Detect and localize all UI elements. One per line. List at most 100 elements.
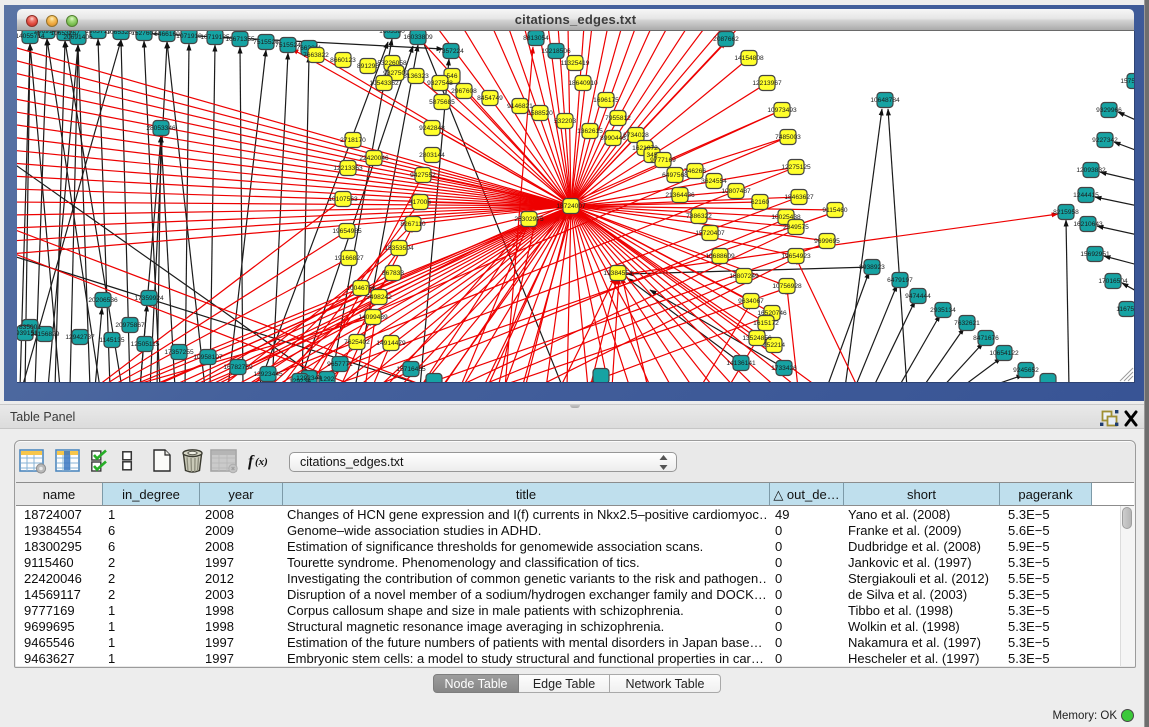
svg-text:9327548: 9327548	[427, 80, 453, 87]
svg-text:10107563: 10107563	[328, 196, 358, 203]
svg-text:9146821: 9146821	[507, 103, 533, 110]
svg-text:17016504: 17016504	[1098, 278, 1128, 285]
svg-text:546: 546	[446, 73, 457, 80]
svg-text:22420046: 22420046	[359, 155, 389, 162]
svg-text:129234: 129234	[289, 378, 311, 382]
svg-text:25302975: 25302975	[514, 216, 544, 223]
svg-text:7386322: 7386322	[686, 213, 712, 220]
svg-text:9777169: 9777169	[650, 157, 676, 164]
svg-text:2087662: 2087662	[713, 36, 739, 43]
svg-text:2349575: 2349575	[783, 224, 809, 231]
svg-text:20206536: 20206536	[88, 297, 118, 304]
svg-text:18463627: 18463627	[784, 194, 814, 201]
svg-text:2935134: 2935134	[930, 307, 956, 314]
svg-text:8454749: 8454749	[477, 95, 503, 102]
svg-text:15353594: 15353594	[384, 245, 414, 252]
svg-text:9699695: 9699695	[814, 238, 840, 245]
svg-text:7357224: 7357224	[438, 48, 464, 55]
svg-text:8813054: 8813054	[523, 35, 549, 42]
svg-text:14099489: 14099489	[358, 314, 388, 321]
svg-text:15716485: 15716485	[396, 366, 426, 373]
svg-text:9634067: 9634067	[738, 298, 764, 305]
svg-text:20691406: 20691406	[63, 34, 93, 41]
svg-text:f: f	[248, 453, 255, 470]
svg-text:9427552: 9427552	[410, 172, 436, 179]
svg-text:10688609: 10688609	[705, 253, 735, 260]
svg-text:11325419: 11325419	[561, 60, 590, 67]
svg-text:12093832: 12093832	[1076, 167, 1106, 174]
svg-text:1603380: 1603380	[379, 31, 405, 35]
svg-text:6479197: 6479197	[887, 277, 913, 284]
svg-text:1588520: 1588520	[527, 110, 553, 117]
svg-text:19654923: 19654923	[781, 253, 811, 260]
svg-text:17357255: 17357255	[164, 349, 194, 356]
svg-text:867833: 867833	[382, 270, 404, 277]
svg-text:15720407: 15720407	[695, 230, 725, 237]
svg-text:1145135: 1145135	[99, 337, 125, 344]
svg-text:3624554: 3624554	[701, 178, 727, 185]
svg-text:20975867: 20975867	[115, 322, 145, 329]
svg-text:19218506: 19218506	[541, 48, 571, 55]
svg-text:(x): (x)	[255, 456, 268, 468]
svg-text:10958107: 10958107	[193, 354, 223, 361]
svg-text:12505115: 12505115	[131, 341, 160, 348]
svg-text:1733426: 1733426	[771, 365, 797, 372]
svg-text:532203: 532203	[554, 118, 576, 125]
svg-text:19384554: 19384554	[603, 270, 633, 277]
svg-text:16671355: 16671355	[225, 36, 255, 43]
svg-text:9227342: 9227342	[1092, 137, 1118, 144]
svg-text:18724007: 18724007	[556, 203, 586, 210]
svg-text:12213967: 12213967	[752, 80, 782, 87]
svg-text:18640910: 18640910	[568, 80, 598, 87]
svg-text:10654122: 10654122	[989, 350, 1019, 357]
svg-text:12923445: 12923445	[253, 371, 283, 378]
svg-text:9474444: 9474444	[905, 293, 931, 300]
svg-text:1696175: 1696175	[593, 97, 619, 104]
svg-text:16033809: 16033809	[403, 34, 433, 41]
svg-text:8136323: 8136323	[403, 73, 429, 80]
svg-text:16210643: 16210643	[1073, 221, 1103, 228]
svg-text:10046766: 10046766	[346, 285, 376, 292]
svg-text:10973493: 10973493	[767, 107, 797, 114]
svg-text:10648784: 10648784	[870, 97, 900, 104]
svg-text:9115460: 9115460	[822, 207, 848, 214]
svg-text:8267110: 8267110	[400, 221, 426, 228]
svg-text:1362615: 1362615	[577, 128, 603, 135]
svg-text:12942737: 12942737	[65, 334, 95, 341]
svg-text:9242848: 9242848	[419, 125, 445, 132]
svg-text:7625402: 7625402	[344, 339, 370, 346]
svg-text:12275125: 12275125	[781, 164, 811, 171]
svg-text:53226058: 53226058	[377, 60, 407, 67]
svg-text:19654985: 19654985	[332, 228, 362, 235]
svg-text:9245652: 9245652	[1013, 367, 1039, 374]
svg-text:116753: 116753	[1116, 306, 1134, 313]
svg-text:10543362: 10543362	[369, 80, 399, 87]
svg-text:1244415: 1244415	[1073, 192, 1099, 199]
svg-text:13524856: 13524856	[742, 335, 772, 342]
svg-text:7485003: 7485003	[775, 134, 801, 141]
svg-text:16520746: 16520746	[757, 310, 787, 317]
svg-text:15692951: 15692951	[1080, 251, 1110, 258]
svg-text:17359924: 17359924	[134, 295, 164, 302]
svg-text:19166827: 19166827	[334, 255, 364, 262]
svg-text:8471676: 8471676	[973, 335, 999, 342]
svg-text:16782759: 16782759	[223, 364, 253, 371]
svg-text:5498242: 5498242	[366, 294, 392, 301]
svg-text:2967608: 2967608	[451, 88, 477, 95]
svg-text:252214: 252214	[763, 342, 785, 349]
svg-text:14154808: 14154808	[734, 55, 764, 62]
svg-text:8938923: 8938923	[859, 264, 885, 271]
svg-text:14914479: 14914479	[376, 340, 406, 347]
svg-text:12213363: 12213363	[333, 165, 363, 172]
svg-text:746266: 746266	[684, 168, 706, 175]
svg-text:6734028: 6734028	[623, 132, 649, 139]
svg-text:21364436: 21364436	[665, 192, 695, 199]
svg-text:7663822: 7663822	[303, 52, 329, 59]
svg-text:28053346: 28053346	[146, 125, 176, 132]
svg-text:891295: 891295	[357, 63, 379, 70]
svg-text:2803144: 2803144	[419, 152, 445, 159]
svg-text:8215958: 8215958	[1053, 209, 1079, 216]
svg-text:7955812: 7955812	[605, 115, 631, 122]
svg-text:9657771: 9657771	[327, 361, 353, 368]
svg-text:10756928: 10756928	[772, 283, 802, 290]
